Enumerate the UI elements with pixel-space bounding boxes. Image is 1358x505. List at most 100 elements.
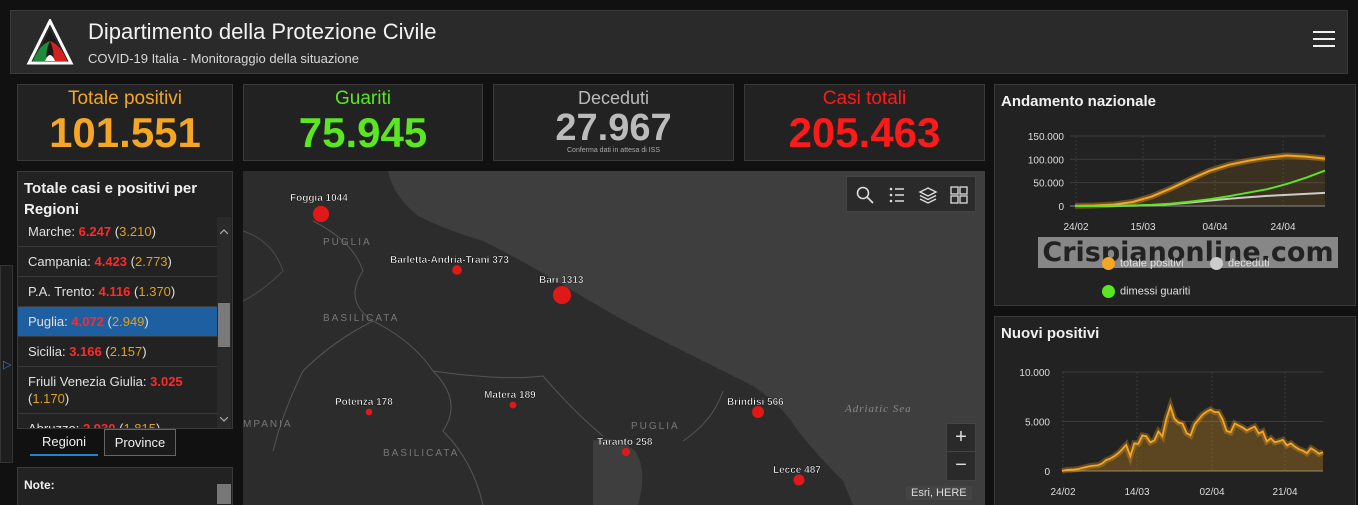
legend-dimessi-guariti[interactable]: dimessi guariti (1102, 285, 1190, 298)
stat-guariti: Guariti 75.945 (243, 84, 483, 161)
chevron-right-icon: ▷ (3, 359, 12, 371)
y-tick-label: 10.000 (1019, 368, 1050, 379)
region-label: PUGLIA (631, 421, 680, 432)
city-label: Brindisi 566 (727, 397, 784, 408)
paren: ) (170, 284, 176, 299)
notes-scroll-thumb[interactable] (217, 484, 231, 504)
paren: ( (101, 344, 110, 359)
city-marker[interactable] (452, 265, 462, 275)
map-view[interactable]: PUGLIA BASILICATA PUGLIA BASILICATA MPAN… (243, 171, 985, 505)
region-label: PUGLIA (323, 237, 372, 248)
stat-label: Guariti (335, 88, 391, 109)
tab-regioni[interactable]: Regioni (30, 429, 98, 456)
paren: ) (167, 254, 172, 269)
stat-label: Totale positivi (67, 88, 183, 109)
app-header: Dipartimento della Protezione Civile COV… (10, 10, 1348, 74)
region-positive: 2.157 (109, 344, 143, 359)
paren: ) (155, 421, 161, 429)
region-total: 6.247 (78, 224, 112, 239)
x-tick-label: 24/02 (1050, 487, 1075, 498)
legend-label: totale positivi (1120, 257, 1184, 270)
region-label: BASILICATA (323, 313, 399, 324)
chart-andamento-plot[interactable]: 150.000 100.000 50.000 0 24/02 15/03 04/04 24/0… (995, 85, 1355, 305)
region-item[interactable]: Puglia: 4.072 (2.949) (18, 307, 218, 337)
legend-label: dimessi guariti (1120, 285, 1191, 298)
region-item[interactable]: Friuli Venezia Giulia: 3.025 (1.170) (18, 367, 218, 414)
notes-panel: Note: (17, 467, 233, 505)
region-name: Campania (28, 254, 88, 269)
region-name: Abruzzo (28, 421, 76, 429)
hamburger-menu-icon[interactable] (1313, 31, 1335, 49)
city-marker[interactable] (793, 474, 805, 486)
stat-value: 27.967 (555, 107, 672, 149)
city-label: Barletta-Andria-Trani 373 (390, 255, 509, 266)
separator: : (75, 421, 83, 429)
city-marker[interactable] (552, 285, 572, 305)
city-marker[interactable] (365, 408, 373, 416)
region-item[interactable]: Campania: 4.423 (2.773) (18, 247, 218, 277)
paren: ) (64, 391, 70, 406)
stat-label: Casi totali (822, 88, 907, 109)
paren: ( (127, 254, 135, 269)
region-label: BASILICATA (383, 448, 459, 459)
city-label: Bari 1313 (539, 275, 584, 286)
scroll-thumb[interactable] (218, 303, 230, 347)
tab-province[interactable]: Province (104, 429, 176, 456)
app-title: Dipartimento della Protezione Civile (88, 19, 437, 44)
scroll-down-icon[interactable] (220, 417, 228, 422)
search-icon[interactable] (855, 185, 875, 205)
city-marker[interactable] (509, 401, 517, 409)
map-attribution[interactable]: Esri, HERE (906, 486, 972, 500)
separator: : (91, 284, 99, 299)
scroll-up-icon[interactable] (220, 229, 228, 234)
city-marker[interactable] (312, 205, 330, 223)
x-tick-label: 14/03 (1124, 487, 1149, 498)
basemap-gallery-icon[interactable] (949, 185, 969, 205)
stat-value: 101.551 (49, 109, 201, 156)
region-item[interactable]: Marche: 6.247 (3.210) (18, 217, 218, 247)
chart-andamento-nazionale: Andamento nazionale 150.000 100.000 50.000… (994, 84, 1356, 306)
city-label: Taranto 258 (597, 437, 653, 448)
legend-list-icon[interactable] (887, 185, 907, 205)
y-tick-label: 150.000 (1028, 132, 1065, 143)
map-canvas[interactable]: PUGLIA BASILICATA PUGLIA BASILICATA MPAN… (243, 171, 985, 505)
stat-value: 75.945 (298, 109, 428, 156)
legend-totale-positivi[interactable]: totale positivi (1102, 257, 1184, 270)
region-item[interactable]: Sicilia: 3.166 (2.157) (18, 337, 218, 367)
stat-totale-positivi: Totale positivi 101.551 (17, 84, 233, 161)
region-positive: 2.949 (111, 314, 145, 329)
zoom-in-button[interactable]: + (947, 424, 975, 452)
region-positive: 1.370 (138, 284, 171, 299)
side-panel-toggle[interactable]: ▷ (0, 265, 13, 463)
sea-label: Adriatic Sea (844, 403, 912, 415)
city-marker[interactable] (621, 447, 631, 457)
region-positive: 3.210 (119, 224, 152, 239)
y-tick-label: 50.000 (1033, 179, 1064, 190)
y-tick-label: 0 (1058, 202, 1064, 213)
separator: : (87, 254, 95, 269)
city-label: Matera 189 (484, 390, 536, 401)
zoom-out-button[interactable]: − (947, 452, 975, 480)
city-label: Potenza 178 (335, 397, 393, 408)
paren: ( (103, 314, 112, 329)
paren: ) (144, 314, 149, 329)
region-name: P.A. Trento (28, 284, 92, 299)
stat-deceduti: Deceduti 27.967 Conferma dati in attesa … (493, 84, 734, 161)
protezione-civile-logo (26, 19, 74, 65)
legend-deceduti[interactable]: deceduti (1210, 257, 1270, 270)
regions-list[interactable]: Marche: 6.247 (3.210) Campania: 4.423 (2.… (18, 217, 218, 429)
chart-nuovi-plot[interactable]: 10.000 5.000 024/02 14/03 02/04 21/04 (995, 317, 1355, 505)
legend-dot (1210, 257, 1223, 270)
region-name: Marche (28, 224, 72, 239)
region-total: 4.423 (94, 254, 128, 269)
region-positive: 1.815 (123, 421, 156, 429)
x-tick-label: 24/04 (1270, 222, 1295, 233)
legend-dot (1102, 257, 1115, 270)
stat-casi-totali: Casi totali 205.463 (744, 84, 985, 161)
layers-icon[interactable] (918, 185, 938, 205)
region-item[interactable]: P.A. Trento: 4.116 (1.370) (18, 277, 218, 307)
regions-scrollbar[interactable] (217, 217, 231, 428)
legend-dot (1102, 285, 1115, 298)
region-item[interactable]: Abruzzo: 2.930 (1.815) (18, 414, 218, 429)
stat-note: Conferma dati in attesa di ISS (567, 147, 660, 154)
